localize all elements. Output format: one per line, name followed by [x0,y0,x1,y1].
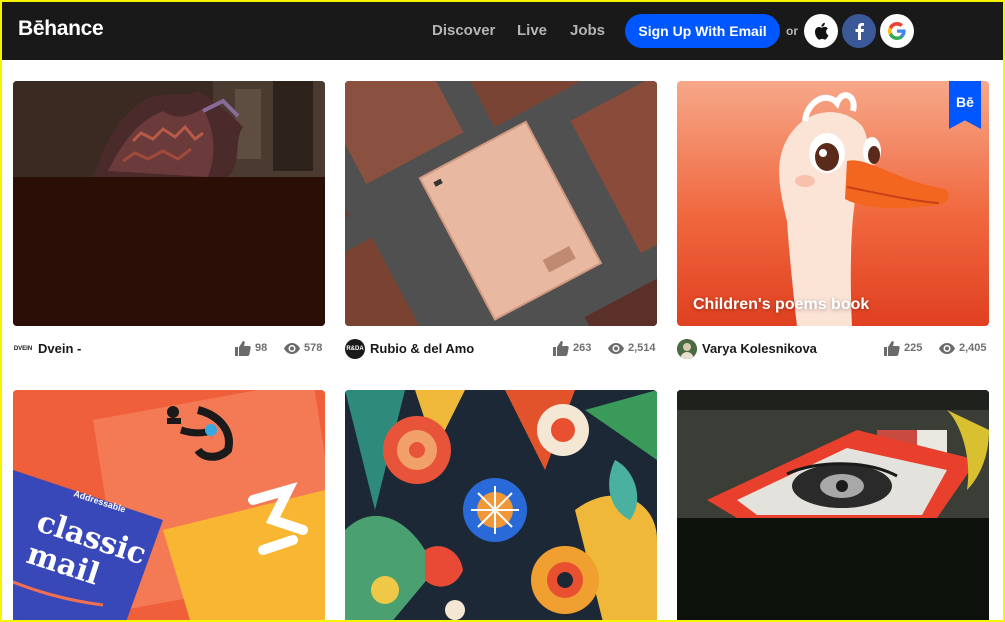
avatar-photo [677,339,697,359]
poster-photo [677,390,989,620]
facebook-signin-button[interactable] [842,14,876,48]
appreciations-stat: 263 [553,340,591,356]
owner-avatar[interactable]: R&DA [345,339,365,359]
project-meta: Varya Kolesnikova 225 2,405 [677,338,989,359]
appreciations-count: 263 [573,342,592,354]
top-bar: Bēhance Discover Live Jobs Sign Up With … [2,2,1003,60]
owner-avatar[interactable] [677,339,697,359]
project-thumbnail[interactable] [13,81,325,326]
page: Bēhance Discover Live Jobs Sign Up With … [2,2,1003,620]
floral-illustration [345,390,657,620]
appreciations-stat: 98 [235,340,267,356]
views-count: 2,405 [959,342,987,354]
eye-icon [939,342,955,354]
project-title[interactable]: Children's poems book [693,296,869,314]
project-thumbnail[interactable] [345,81,657,326]
views-count: 578 [304,342,323,354]
ostrich-illustration [677,81,989,326]
sign-up-with-email-button[interactable]: Sign Up With Email [625,14,780,48]
behance-logo[interactable]: Bēhance [18,17,104,41]
project-meta: R&DA Rubio & del Amo 263 2,514 [345,338,657,359]
notebooks-image [345,81,657,326]
stamps-image: Addressable classic mail [13,390,325,620]
apple-icon [814,22,829,40]
project-thumbnail[interactable] [677,390,989,620]
views-stat: 578 [284,340,322,356]
eye-icon [608,342,624,354]
google-icon [888,22,906,40]
thumbs-up-icon [553,340,569,356]
google-signin-button[interactable] [880,14,914,48]
owner-name[interactable]: Varya Kolesnikova [702,341,817,356]
appreciations-count: 225 [904,342,923,354]
views-count: 2,514 [628,342,656,354]
eye-icon [284,342,300,354]
owner-name[interactable]: Rubio & del Amo [370,341,474,356]
project-meta: DVEIN Dvein - 98 578 [13,338,325,359]
project-thumbnail[interactable]: Addressable classic mail [13,390,325,620]
project-thumbnail[interactable] [345,390,657,620]
facebook-icon [855,23,864,40]
owner-avatar[interactable]: DVEIN [13,339,33,359]
thumbs-up-icon [235,340,251,356]
apple-signin-button[interactable] [804,14,838,48]
thumbs-up-icon [884,340,900,356]
owner-name[interactable]: Dvein - [38,341,81,356]
views-stat: 2,405 [939,340,987,356]
or-label: or [786,24,798,38]
nav-jobs[interactable]: Jobs [570,22,605,39]
nav-discover[interactable]: Discover [432,22,495,39]
creature-image [13,81,325,326]
nav-live[interactable]: Live [517,22,547,39]
project-thumbnail[interactable]: Bē Children's poems book [677,81,989,326]
appreciations-count: 98 [255,342,268,354]
appreciations-stat: 225 [884,340,922,356]
views-stat: 2,514 [608,340,656,356]
